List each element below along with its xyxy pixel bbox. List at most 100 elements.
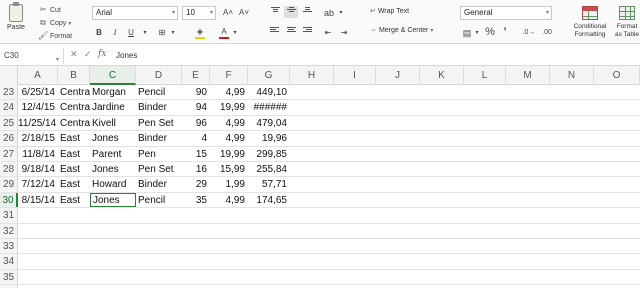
selected-cell[interactable]: Jones xyxy=(90,192,136,208)
row-header[interactable]: 32 xyxy=(0,223,18,238)
paste-button[interactable]: Paste xyxy=(4,2,28,42)
cell-f[interactable]: 15,99 xyxy=(210,162,248,176)
cell-b[interactable] xyxy=(58,254,90,268)
grow-font-button[interactable]: A˄ xyxy=(222,7,234,19)
column-header-m[interactable]: M xyxy=(506,66,550,85)
cell-g[interactable]: 19,96 xyxy=(248,131,290,145)
cell-f[interactable]: 19,99 xyxy=(210,147,248,161)
row-header[interactable]: 33 xyxy=(0,239,18,254)
cell-a[interactable] xyxy=(18,254,58,268)
align-right-button[interactable] xyxy=(300,26,314,38)
fill-color-button[interactable]: ◈ xyxy=(194,26,206,39)
cell-e[interactable]: 96 xyxy=(182,116,210,130)
cell-e[interactable] xyxy=(182,254,210,268)
cell-b[interactable] xyxy=(58,270,90,284)
copy-button[interactable]: ⧉ Copy ▾ xyxy=(38,16,84,29)
row-header[interactable]: 29 xyxy=(0,177,18,192)
cell-d[interactable]: Pen Set xyxy=(136,162,182,176)
cell-g[interactable] xyxy=(248,208,290,222)
column-header-j[interactable]: J xyxy=(376,66,420,85)
cell-e[interactable] xyxy=(182,239,210,253)
cell-e[interactable]: 90 xyxy=(182,85,210,99)
cell-a[interactable]: 12/4/15 xyxy=(18,100,58,114)
cell-c[interactable]: Morgan xyxy=(90,85,136,99)
cell-c[interactable]: Jardine xyxy=(90,100,136,114)
cell-b[interactable] xyxy=(58,208,90,222)
cell-d[interactable]: Binder xyxy=(136,177,182,191)
cell-f[interactable]: 4,99 xyxy=(210,85,248,99)
cell-g[interactable]: ###### xyxy=(248,100,290,114)
increase-indent-icon[interactable]: ⇥ xyxy=(338,27,350,39)
cell-e[interactable]: 4 xyxy=(182,131,210,145)
cell-f[interactable]: 4,99 xyxy=(210,131,248,145)
cell-g[interactable]: 299,85 xyxy=(248,147,290,161)
cell-f[interactable] xyxy=(210,270,248,284)
cell-b[interactable]: Central xyxy=(58,85,90,99)
select-all-corner[interactable] xyxy=(0,66,18,85)
cell-e[interactable] xyxy=(182,224,210,238)
number-format-select[interactable]: General ▾ xyxy=(460,6,552,20)
cell-f[interactable] xyxy=(210,239,248,253)
font-size-select[interactable]: 10 ▾ xyxy=(182,6,216,20)
column-header-k[interactable]: K xyxy=(420,66,464,85)
column-header-e[interactable]: E xyxy=(182,66,210,85)
cell-d[interactable]: Binder xyxy=(136,100,182,114)
cell-c[interactable]: Howard xyxy=(90,177,136,191)
borders-icon[interactable]: ⊞ xyxy=(156,27,168,39)
chevron-down-icon[interactable]: ▾ xyxy=(170,27,176,39)
cell-a[interactable]: 6/25/14 xyxy=(18,85,58,99)
chevron-down-icon[interactable]: ▾ xyxy=(142,27,148,39)
cell-a[interactable] xyxy=(18,270,58,284)
cell-d[interactable] xyxy=(136,224,182,238)
cell-c[interactable]: Kivell xyxy=(90,116,136,130)
cell-g[interactable] xyxy=(248,224,290,238)
cell-f[interactable]: 4,99 xyxy=(210,116,248,130)
align-center-button[interactable] xyxy=(284,26,298,38)
cell-a[interactable]: 11/8/14 xyxy=(18,147,58,161)
column-header-i[interactable]: I xyxy=(334,66,376,85)
cell-a[interactable]: 9/18/14 xyxy=(18,162,58,176)
cell-a[interactable]: 11/25/14 xyxy=(18,116,58,130)
cell-c[interactable] xyxy=(90,239,136,253)
cell-f[interactable] xyxy=(210,254,248,268)
formula-input[interactable]: Jones xyxy=(116,51,137,60)
cell-e[interactable] xyxy=(182,270,210,284)
insert-function-button[interactable]: fx xyxy=(98,49,106,59)
cell-a[interactable] xyxy=(18,239,58,253)
cell-b[interactable]: East xyxy=(58,131,90,145)
cell-f[interactable]: 1,99 xyxy=(210,177,248,191)
cell-d[interactable] xyxy=(136,239,182,253)
column-header-c[interactable]: C xyxy=(90,66,136,85)
cell-f[interactable] xyxy=(210,224,248,238)
cell-g[interactable] xyxy=(248,254,290,268)
italic-button[interactable]: I xyxy=(110,27,120,39)
row-header[interactable]: 25 xyxy=(0,115,18,131)
align-top-button[interactable] xyxy=(268,6,282,18)
format-painter-button[interactable]: 🖌 Format xyxy=(38,29,84,42)
cell-b[interactable]: East xyxy=(58,147,90,161)
cell-g[interactable]: 479,04 xyxy=(248,116,290,130)
cell-a[interactable] xyxy=(18,208,58,222)
cell-e[interactable]: 94 xyxy=(182,100,210,114)
align-left-button[interactable] xyxy=(268,26,282,38)
chevron-down-icon[interactable]: ▾ xyxy=(232,27,238,39)
decrease-decimal-icon[interactable]: .00 xyxy=(540,27,554,39)
cell-c[interactable]: Parent xyxy=(90,147,136,161)
cell-d[interactable] xyxy=(136,270,182,284)
comma-style-button[interactable]: ’ xyxy=(500,26,510,38)
cell-e[interactable]: 15 xyxy=(182,147,210,161)
orientation-icon[interactable]: ab xyxy=(322,7,336,19)
decrease-indent-icon[interactable]: ⇤ xyxy=(322,27,334,39)
cell-d[interactable]: Pencil xyxy=(136,193,182,207)
format-as-table-button[interactable]: Format as Table xyxy=(610,4,640,39)
percent-style-button[interactable]: % xyxy=(484,26,496,38)
cell-c[interactable] xyxy=(90,224,136,238)
column-header-g[interactable]: G xyxy=(248,66,290,85)
cell-d[interactable]: Pencil xyxy=(136,85,182,99)
font-name-select[interactable]: Arial ▾ xyxy=(92,6,178,20)
cell-g[interactable] xyxy=(248,270,290,284)
cell-e[interactable]: 35 xyxy=(182,193,210,207)
cell-g[interactable]: 57,71 xyxy=(248,177,290,191)
cell-c[interactable] xyxy=(90,254,136,268)
confirm-icon[interactable]: ✓ xyxy=(84,49,92,60)
